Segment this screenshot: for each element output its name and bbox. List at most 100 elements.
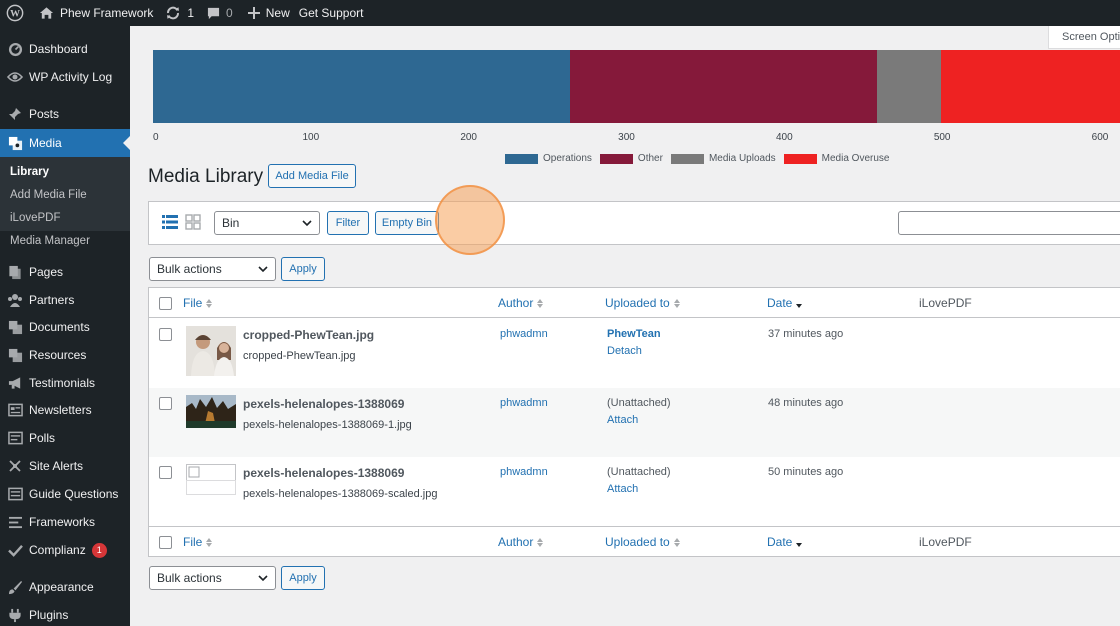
media-title-link[interactable]: pexels-helenalopes-1388069 xyxy=(243,397,404,411)
sort-icon xyxy=(206,298,213,308)
sidebar-item-label: Appearance xyxy=(29,580,94,594)
submenu-media-manager[interactable]: Media Manager xyxy=(10,235,90,247)
legend-item[interactable]: Media Overuse xyxy=(783,153,889,164)
add-media-file-button[interactable]: Add Media File xyxy=(268,164,356,188)
comment-icon xyxy=(207,7,220,19)
author-link[interactable]: phwadmn xyxy=(500,397,548,409)
sidebar-item-appearance[interactable]: Appearance xyxy=(0,573,130,601)
sidebar-item-label: Testimonials xyxy=(29,376,96,390)
submenu-library[interactable]: Library xyxy=(10,166,49,178)
row-checkbox[interactable] xyxy=(159,328,172,341)
media-title-link[interactable]: pexels-helenalopes-1388069 xyxy=(243,466,404,480)
sidebar-item-media[interactable]: Media xyxy=(0,129,130,157)
screen-options-button[interactable]: Screen Options xyxy=(1048,26,1120,49)
sidebar-item-resources[interactable]: Resources xyxy=(0,341,130,369)
uploaded-to-link[interactable]: PhewTean xyxy=(607,328,661,340)
apply-button-bottom[interactable]: Apply xyxy=(281,566,325,590)
row-checkbox[interactable] xyxy=(159,466,172,479)
sidebar-item-newsletters[interactable]: Newsletters xyxy=(0,396,130,424)
sidebar-item-wp-activity-log[interactable]: WP Activity Log xyxy=(0,63,130,91)
sidebar-item-plugins[interactable]: Plugins xyxy=(0,601,130,626)
sidebar-item-testimonials[interactable]: Testimonials xyxy=(0,369,130,397)
sidebar-item-pages[interactable]: Pages xyxy=(0,258,130,286)
dashboard-icon xyxy=(7,41,23,57)
new-content-link[interactable]: New xyxy=(240,0,297,26)
sort-icon xyxy=(673,298,680,308)
column-file-label: File xyxy=(183,296,203,310)
media-search-input[interactable] xyxy=(898,211,1120,235)
column-uploaded-to-footer[interactable]: Uploaded to xyxy=(605,535,680,549)
date-value: 50 minutes ago xyxy=(768,466,844,478)
legend-swatch xyxy=(783,153,817,164)
svg-text:W: W xyxy=(10,9,20,20)
attach-link[interactable]: Attach xyxy=(607,483,638,495)
media-filter-select[interactable]: Bin xyxy=(214,211,320,235)
questions-icon xyxy=(7,486,23,502)
people-photo-thumbnail[interactable] xyxy=(186,326,236,376)
column-author-label: Author xyxy=(498,535,534,549)
chevron-down-icon xyxy=(258,266,268,273)
sidebar-item-posts[interactable]: Posts xyxy=(0,100,130,128)
column-file-footer[interactable]: File xyxy=(183,535,213,549)
bulk-actions-select-bottom[interactable]: Bulk actions xyxy=(149,566,276,590)
x-tick-label: 500 xyxy=(933,132,951,143)
chevron-down-icon xyxy=(258,575,268,582)
column-date[interactable]: Date xyxy=(767,296,803,310)
filter-button[interactable]: Filter xyxy=(327,211,369,235)
empty-bin-button[interactable]: Empty Bin xyxy=(375,211,439,235)
legend-item[interactable]: Operations xyxy=(505,153,592,164)
grid-view-icon[interactable] xyxy=(185,214,201,230)
legend-label: Operations xyxy=(543,153,592,164)
row-checkbox[interactable] xyxy=(159,397,172,410)
broken-image-icon xyxy=(186,464,236,495)
submenu-add-media-file[interactable]: Add Media File xyxy=(10,189,87,201)
bar-segment-other xyxy=(569,50,878,123)
broken-image-thumbnail[interactable] xyxy=(186,464,236,495)
site-name-link[interactable]: Phew Framework xyxy=(31,0,160,26)
select-all-checkbox-bottom[interactable] xyxy=(159,536,172,549)
legend-swatch xyxy=(670,153,704,164)
attach-link[interactable]: Attach xyxy=(607,414,638,426)
column-author-footer[interactable]: Author xyxy=(498,535,544,549)
chevron-down-icon xyxy=(302,220,312,227)
column-date-footer[interactable]: Date xyxy=(767,535,803,549)
submenu-ilovepdf[interactable]: iLovePDF xyxy=(10,212,61,224)
detach-link[interactable]: Detach xyxy=(607,345,642,357)
sidebar-item-site-alerts[interactable]: Site Alerts xyxy=(0,452,130,480)
column-file[interactable]: File xyxy=(183,296,213,310)
comments-link[interactable]: 0 xyxy=(201,0,240,26)
list-view-icon[interactable] xyxy=(162,214,178,230)
alerts-icon xyxy=(7,458,23,474)
pages-icon xyxy=(7,264,23,280)
legend-item[interactable]: Other xyxy=(599,153,663,164)
sidebar-item-complianz[interactable]: Complianz 1 xyxy=(0,536,130,564)
sidebar-item-frameworks[interactable]: Frameworks xyxy=(0,508,130,536)
select-all-checkbox[interactable] xyxy=(159,297,172,310)
apply-button-top[interactable]: Apply xyxy=(281,257,325,281)
column-uploaded-to[interactable]: Uploaded to xyxy=(605,296,680,310)
updates-link[interactable]: 1 xyxy=(160,0,201,26)
bulk-actions-select-top[interactable]: Bulk actions xyxy=(149,257,276,281)
date-value: 37 minutes ago xyxy=(768,328,844,340)
forest-photo-thumbnail[interactable] xyxy=(186,395,236,428)
sidebar-item-guide-questions[interactable]: Guide Questions xyxy=(0,480,130,508)
eye-icon xyxy=(7,69,23,85)
brush-icon xyxy=(7,579,23,595)
get-support-link[interactable]: Get Support xyxy=(297,0,371,26)
sidebar-item-documents[interactable]: Documents xyxy=(0,313,130,341)
sort-icon xyxy=(673,537,680,547)
legend-item[interactable]: Media Uploads xyxy=(670,153,776,164)
sidebar-item-dashboard[interactable]: Dashboard xyxy=(0,35,130,63)
groups-icon xyxy=(7,292,23,308)
wordpress-logo-button[interactable]: W xyxy=(0,0,31,26)
sidebar-item-partners[interactable]: Partners xyxy=(0,286,130,314)
media-title-link[interactable]: cropped-PhewTean.jpg xyxy=(243,328,374,342)
author-link[interactable]: phwadmn xyxy=(500,466,548,478)
list-icon xyxy=(7,514,23,530)
media-filename: pexels-helenalopes-1388069-1.jpg xyxy=(243,419,412,431)
sidebar-item-label: WP Activity Log xyxy=(29,70,113,84)
author-link[interactable]: phwadmn xyxy=(500,328,548,340)
sidebar-item-polls[interactable]: Polls xyxy=(0,424,130,452)
column-ilovepdf-footer: iLovePDF xyxy=(919,535,972,549)
column-author[interactable]: Author xyxy=(498,296,544,310)
